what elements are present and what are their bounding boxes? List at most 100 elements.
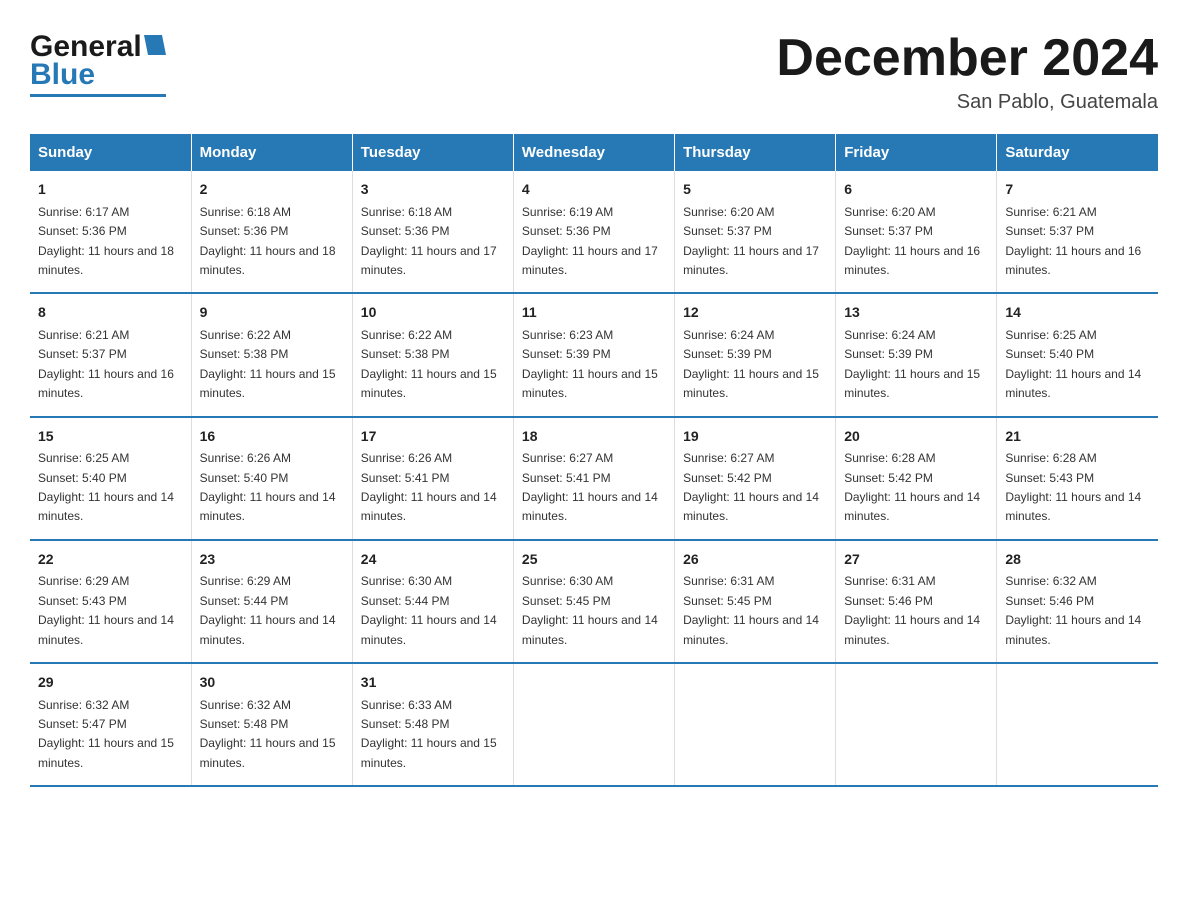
day-info: Sunrise: 6:28 AMSunset: 5:43 PMDaylight:… (1005, 451, 1141, 523)
calendar-cell (997, 663, 1158, 786)
day-number: 17 (361, 426, 505, 448)
calendar-cell: 18 Sunrise: 6:27 AMSunset: 5:41 PMDaylig… (513, 417, 674, 540)
header-saturday: Saturday (997, 134, 1158, 171)
calendar-cell: 15 Sunrise: 6:25 AMSunset: 5:40 PMDaylig… (30, 417, 191, 540)
day-number: 3 (361, 179, 505, 201)
header-monday: Monday (191, 134, 352, 171)
calendar-cell: 10 Sunrise: 6:22 AMSunset: 5:38 PMDaylig… (352, 293, 513, 416)
calendar-cell: 22 Sunrise: 6:29 AMSunset: 5:43 PMDaylig… (30, 540, 191, 663)
week-row-1: 1 Sunrise: 6:17 AMSunset: 5:36 PMDayligh… (30, 171, 1158, 293)
calendar-cell: 2 Sunrise: 6:18 AMSunset: 5:36 PMDayligh… (191, 171, 352, 293)
day-info: Sunrise: 6:24 AMSunset: 5:39 PMDaylight:… (683, 328, 819, 400)
logo-blue: Blue (30, 58, 95, 91)
header-wednesday: Wednesday (513, 134, 674, 171)
calendar-cell: 23 Sunrise: 6:29 AMSunset: 5:44 PMDaylig… (191, 540, 352, 663)
day-info: Sunrise: 6:27 AMSunset: 5:41 PMDaylight:… (522, 451, 658, 523)
day-info: Sunrise: 6:22 AMSunset: 5:38 PMDaylight:… (361, 328, 497, 400)
day-number: 10 (361, 302, 505, 324)
month-title: December 2024 (776, 30, 1158, 87)
page-header: General Blue December 2024 San Pablo, Gu… (30, 30, 1158, 114)
title-block: December 2024 San Pablo, Guatemala (776, 30, 1158, 114)
calendar-cell: 6 Sunrise: 6:20 AMSunset: 5:37 PMDayligh… (836, 171, 997, 293)
day-info: Sunrise: 6:27 AMSunset: 5:42 PMDaylight:… (683, 451, 819, 523)
calendar-cell: 12 Sunrise: 6:24 AMSunset: 5:39 PMDaylig… (675, 293, 836, 416)
calendar-cell: 16 Sunrise: 6:26 AMSunset: 5:40 PMDaylig… (191, 417, 352, 540)
calendar-cell (675, 663, 836, 786)
day-number: 11 (522, 302, 666, 324)
calendar-cell: 26 Sunrise: 6:31 AMSunset: 5:45 PMDaylig… (675, 540, 836, 663)
week-row-5: 29 Sunrise: 6:32 AMSunset: 5:47 PMDaylig… (30, 663, 1158, 786)
calendar-cell: 27 Sunrise: 6:31 AMSunset: 5:46 PMDaylig… (836, 540, 997, 663)
day-number: 26 (683, 549, 827, 571)
calendar-cell (513, 663, 674, 786)
day-info: Sunrise: 6:19 AMSunset: 5:36 PMDaylight:… (522, 205, 658, 277)
day-info: Sunrise: 6:21 AMSunset: 5:37 PMDaylight:… (38, 328, 174, 400)
day-number: 6 (844, 179, 988, 201)
logo-arrow-icon (144, 35, 166, 55)
calendar-cell: 30 Sunrise: 6:32 AMSunset: 5:48 PMDaylig… (191, 663, 352, 786)
day-number: 9 (200, 302, 344, 324)
calendar-cell: 21 Sunrise: 6:28 AMSunset: 5:43 PMDaylig… (997, 417, 1158, 540)
day-number: 16 (200, 426, 344, 448)
day-info: Sunrise: 6:21 AMSunset: 5:37 PMDaylight:… (1005, 205, 1141, 277)
day-number: 18 (522, 426, 666, 448)
day-number: 20 (844, 426, 988, 448)
day-info: Sunrise: 6:25 AMSunset: 5:40 PMDaylight:… (38, 451, 174, 523)
day-number: 30 (200, 672, 344, 694)
day-number: 29 (38, 672, 183, 694)
day-number: 5 (683, 179, 827, 201)
location: San Pablo, Guatemala (776, 91, 1158, 114)
day-info: Sunrise: 6:28 AMSunset: 5:42 PMDaylight:… (844, 451, 980, 523)
logo: General Blue (30, 30, 166, 97)
day-info: Sunrise: 6:17 AMSunset: 5:36 PMDaylight:… (38, 205, 174, 277)
day-number: 7 (1005, 179, 1150, 201)
header-thursday: Thursday (675, 134, 836, 171)
header-friday: Friday (836, 134, 997, 171)
day-info: Sunrise: 6:31 AMSunset: 5:46 PMDaylight:… (844, 574, 980, 646)
day-number: 21 (1005, 426, 1150, 448)
day-info: Sunrise: 6:20 AMSunset: 5:37 PMDaylight:… (683, 205, 819, 277)
calendar-cell: 7 Sunrise: 6:21 AMSunset: 5:37 PMDayligh… (997, 171, 1158, 293)
day-info: Sunrise: 6:18 AMSunset: 5:36 PMDaylight:… (200, 205, 336, 277)
calendar-table: SundayMondayTuesdayWednesdayThursdayFrid… (30, 134, 1158, 787)
calendar-cell: 5 Sunrise: 6:20 AMSunset: 5:37 PMDayligh… (675, 171, 836, 293)
day-info: Sunrise: 6:25 AMSunset: 5:40 PMDaylight:… (1005, 328, 1141, 400)
day-info: Sunrise: 6:18 AMSunset: 5:36 PMDaylight:… (361, 205, 497, 277)
day-number: 19 (683, 426, 827, 448)
calendar-cell: 11 Sunrise: 6:23 AMSunset: 5:39 PMDaylig… (513, 293, 674, 416)
calendar-cell: 17 Sunrise: 6:26 AMSunset: 5:41 PMDaylig… (352, 417, 513, 540)
day-info: Sunrise: 6:26 AMSunset: 5:41 PMDaylight:… (361, 451, 497, 523)
day-info: Sunrise: 6:30 AMSunset: 5:45 PMDaylight:… (522, 574, 658, 646)
calendar-cell: 3 Sunrise: 6:18 AMSunset: 5:36 PMDayligh… (352, 171, 513, 293)
day-info: Sunrise: 6:20 AMSunset: 5:37 PMDaylight:… (844, 205, 980, 277)
logo-underline (30, 94, 166, 97)
week-row-2: 8 Sunrise: 6:21 AMSunset: 5:37 PMDayligh… (30, 293, 1158, 416)
day-number: 14 (1005, 302, 1150, 324)
calendar-cell: 20 Sunrise: 6:28 AMSunset: 5:42 PMDaylig… (836, 417, 997, 540)
day-info: Sunrise: 6:22 AMSunset: 5:38 PMDaylight:… (200, 328, 336, 400)
calendar-cell: 9 Sunrise: 6:22 AMSunset: 5:38 PMDayligh… (191, 293, 352, 416)
day-number: 24 (361, 549, 505, 571)
day-info: Sunrise: 6:32 AMSunset: 5:48 PMDaylight:… (200, 698, 336, 770)
day-number: 27 (844, 549, 988, 571)
day-info: Sunrise: 6:29 AMSunset: 5:43 PMDaylight:… (38, 574, 174, 646)
calendar-cell: 28 Sunrise: 6:32 AMSunset: 5:46 PMDaylig… (997, 540, 1158, 663)
day-number: 12 (683, 302, 827, 324)
day-info: Sunrise: 6:31 AMSunset: 5:45 PMDaylight:… (683, 574, 819, 646)
day-number: 4 (522, 179, 666, 201)
day-number: 2 (200, 179, 344, 201)
header-sunday: Sunday (30, 134, 191, 171)
calendar-cell (836, 663, 997, 786)
day-number: 23 (200, 549, 344, 571)
day-number: 15 (38, 426, 183, 448)
day-number: 8 (38, 302, 183, 324)
day-info: Sunrise: 6:29 AMSunset: 5:44 PMDaylight:… (200, 574, 336, 646)
calendar-cell: 19 Sunrise: 6:27 AMSunset: 5:42 PMDaylig… (675, 417, 836, 540)
day-info: Sunrise: 6:32 AMSunset: 5:47 PMDaylight:… (38, 698, 174, 770)
day-number: 13 (844, 302, 988, 324)
calendar-cell: 25 Sunrise: 6:30 AMSunset: 5:45 PMDaylig… (513, 540, 674, 663)
day-info: Sunrise: 6:26 AMSunset: 5:40 PMDaylight:… (200, 451, 336, 523)
day-info: Sunrise: 6:23 AMSunset: 5:39 PMDaylight:… (522, 328, 658, 400)
day-info: Sunrise: 6:32 AMSunset: 5:46 PMDaylight:… (1005, 574, 1141, 646)
day-number: 25 (522, 549, 666, 571)
